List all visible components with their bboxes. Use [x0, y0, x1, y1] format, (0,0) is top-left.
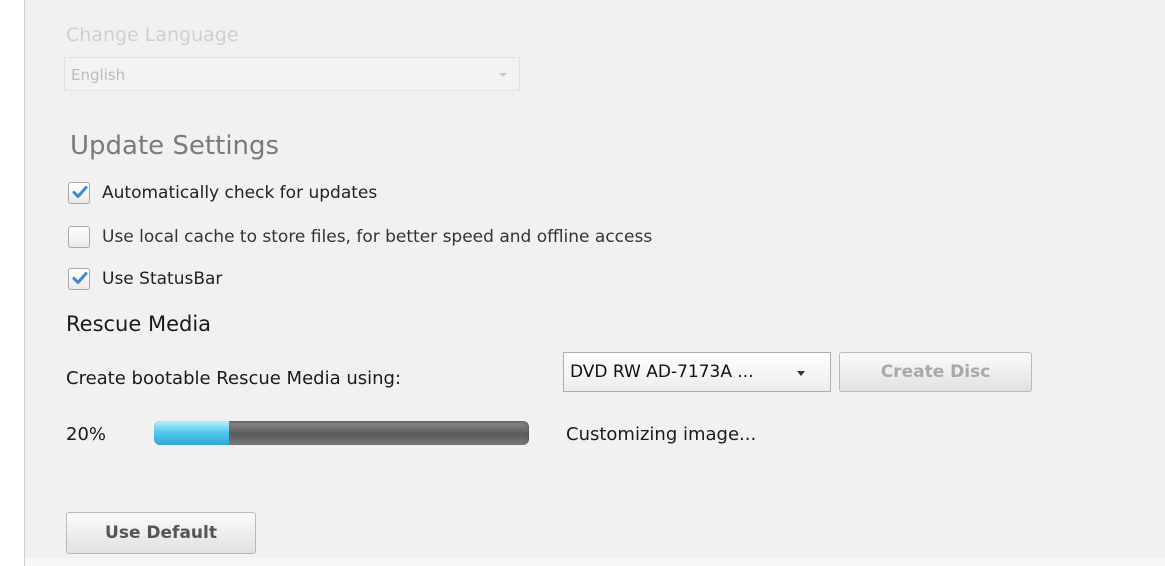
drive-dropdown[interactable]: DVD RW AD-7173A ...	[563, 352, 831, 392]
update-settings-title: Update Settings	[70, 131, 280, 161]
checkmark-icon	[72, 272, 88, 284]
local-cache-checkbox[interactable]	[68, 226, 90, 248]
use-default-button[interactable]: Use Default	[66, 512, 256, 554]
chevron-down-icon	[499, 73, 507, 77]
chevron-down-icon	[797, 371, 805, 376]
auto-update-option[interactable]: Automatically check for updates	[68, 180, 377, 206]
create-rescue-media-label: Create bootable Rescue Media using:	[66, 368, 402, 389]
local-cache-label: Use local cache to store files, for bett…	[102, 227, 653, 247]
change-language-label: Change Language	[66, 24, 239, 46]
progress-bar-fill	[154, 421, 229, 445]
language-selected-value: English	[71, 66, 126, 84]
local-cache-option[interactable]: Use local cache to store files, for bett…	[68, 224, 652, 250]
auto-update-checkbox[interactable]	[68, 182, 90, 204]
auto-update-label: Automatically check for updates	[102, 183, 378, 203]
language-dropdown[interactable]: English	[64, 57, 520, 91]
progress-status: Customizing image...	[566, 424, 757, 445]
progress-percent: 20%	[66, 424, 107, 445]
create-disc-button[interactable]: Create Disc	[839, 352, 1032, 392]
progress-bar	[154, 421, 529, 445]
rescue-media-title: Rescue Media	[66, 312, 212, 336]
checkmark-icon	[72, 186, 88, 198]
statusbar-checkbox[interactable]	[68, 268, 90, 290]
statusbar-label: Use StatusBar	[102, 269, 223, 289]
drive-selected-value: DVD RW AD-7173A ...	[570, 362, 754, 382]
statusbar-option[interactable]: Use StatusBar	[68, 266, 222, 292]
